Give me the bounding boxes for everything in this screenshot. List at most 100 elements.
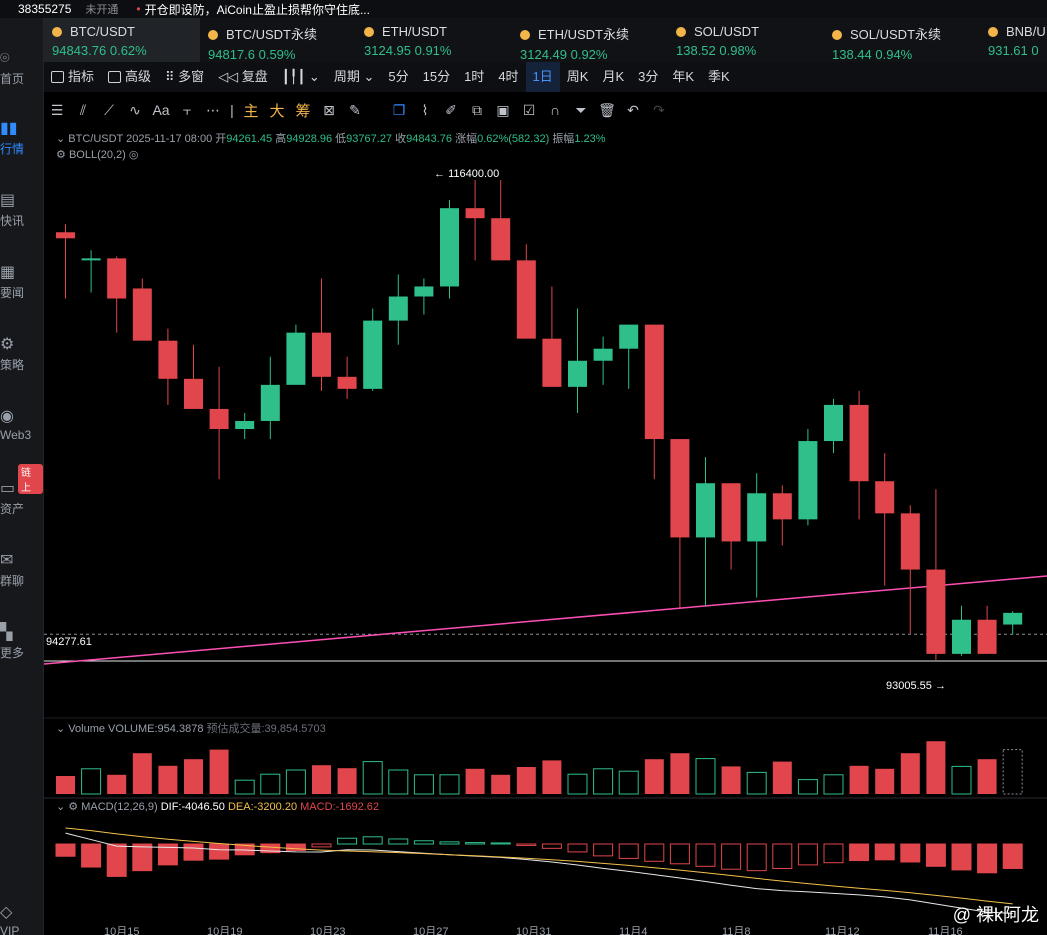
magnet-icon[interactable]: ∩ bbox=[542, 102, 568, 118]
candle-body bbox=[798, 441, 818, 520]
macd-indicator-line[interactable]: ⌄ ⚙ MACD(12,26,9) DIF:-4046.50 DEA:-3200… bbox=[56, 800, 379, 813]
collapse-icon[interactable]: ⌄ bbox=[56, 801, 65, 813]
period-dropdown[interactable]: 周期 ⌄ bbox=[327, 62, 382, 92]
candle-body bbox=[926, 569, 946, 654]
amplitude-label: 振幅 bbox=[552, 133, 575, 145]
period-option[interactable]: 15分 bbox=[416, 62, 457, 92]
sidebar-item-chat[interactable]: ✉ 群聊 bbox=[0, 550, 43, 589]
macd-histogram-bar bbox=[669, 843, 690, 865]
filter-icon[interactable]: ⏷ bbox=[568, 102, 594, 119]
macd-histogram-bar bbox=[388, 838, 409, 845]
sidebar-item-vip[interactable]: ◇ VIP bbox=[0, 902, 43, 935]
volume-bar bbox=[542, 760, 562, 794]
candle-body bbox=[260, 384, 280, 421]
ticker-tab[interactable]: SOL/USDT 138.52 0.98% bbox=[668, 18, 824, 62]
sidebar-item-strategy[interactable]: ⚙ 策略 bbox=[0, 334, 43, 373]
macd-histogram-bar bbox=[797, 843, 818, 866]
big-order-button[interactable]: 大 bbox=[264, 100, 290, 121]
multi-window-button[interactable]: ⠿ 多窗 bbox=[158, 62, 211, 92]
candle-body bbox=[184, 378, 203, 409]
sidebar-item-home[interactable]: ⌾ 首页 bbox=[0, 48, 43, 87]
main-chart-button[interactable]: 主 bbox=[238, 100, 264, 121]
redo-icon[interactable]: ↷ bbox=[646, 102, 672, 119]
trend-line-icon[interactable]: ⟋ bbox=[96, 102, 122, 119]
volume-bar bbox=[567, 773, 588, 795]
period-option[interactable]: 季K bbox=[701, 62, 737, 92]
boll-indicator-line[interactable]: ⚙ BOLL(20,2) ◎ bbox=[56, 148, 138, 161]
note-icon[interactable]: ☑ bbox=[516, 102, 542, 119]
user-id[interactable]: 38355275 bbox=[18, 2, 71, 16]
volume-indicator-line[interactable]: ⌄ Volume VOLUME:954.3878 预估成交量:39,854.57… bbox=[56, 720, 326, 736]
chart-area[interactable]: ⌄ BTC/USDT 2025-11-17 08:00 开94261.45 高9… bbox=[44, 126, 1047, 935]
highlighter-icon[interactable]: ✐ bbox=[438, 102, 464, 119]
indicator-button[interactable]: 指标 bbox=[44, 62, 101, 92]
advanced-button[interactable]: 高级 bbox=[101, 62, 158, 92]
kline-chart[interactable] bbox=[44, 126, 1047, 935]
macd-dea-value: DEA:-3200.20 bbox=[227, 801, 298, 813]
snapshot-icon[interactable]: ▣ bbox=[490, 102, 516, 119]
chart-type-button[interactable]: ┃╿┃ ⌄ bbox=[275, 62, 327, 92]
volume-bar bbox=[797, 779, 818, 795]
notice-text[interactable]: 开仓即设防，AiCoin止盈止损帮你守住底... bbox=[145, 1, 370, 18]
collapse-icon[interactable]: ⌄ bbox=[56, 723, 65, 735]
sidebar-item-market[interactable]: ▮▮ 行情 bbox=[0, 118, 43, 157]
period-option[interactable]: 年K bbox=[665, 62, 701, 92]
ticker-tab[interactable]: ETH/USDT永续 3124.49 0.92% bbox=[512, 18, 668, 62]
multi-line-icon[interactable]: ⫽ bbox=[70, 102, 96, 119]
sidebar-item-news[interactable]: ▦ 要闻 bbox=[0, 262, 43, 301]
indicator-settings-icon[interactable]: ⚙ bbox=[56, 149, 66, 161]
strategy-icon: ⚙ bbox=[0, 336, 15, 353]
text-tool-button[interactable]: Aa bbox=[148, 102, 174, 118]
chip-distribution-button[interactable]: 筹 bbox=[290, 100, 316, 121]
indicator-settings-icon[interactable]: ⚙ bbox=[68, 801, 78, 813]
sidebar-item-more[interactable]: ▚ 更多 bbox=[0, 622, 43, 661]
ticker-tab[interactable]: BTC/USDT 94843.76 0.62% bbox=[44, 18, 200, 62]
eye-icon[interactable]: ◎ bbox=[129, 149, 139, 161]
period-option[interactable]: 5分 bbox=[381, 62, 415, 92]
ticker-tab[interactable]: BTC/USDT永续 94817.6 0.59% bbox=[200, 18, 356, 62]
period-option[interactable]: 周K bbox=[560, 62, 596, 92]
ticker-tab[interactable]: BNB/U 931.61 0 bbox=[980, 18, 1047, 62]
sidebar-item-flash[interactable]: ▤ 快讯 bbox=[0, 190, 43, 229]
candle-settings-icon[interactable]: ⧉ bbox=[464, 102, 490, 119]
ticker-tabs: BTC/USDT 94843.76 0.62% BTC/USDT永续 94817.6 … bbox=[44, 18, 1047, 62]
sidebar-item-web3[interactable]: ◉ Web3 bbox=[0, 406, 43, 442]
advanced-icon bbox=[108, 71, 122, 83]
collapse-icon[interactable]: ⌄ bbox=[56, 133, 65, 145]
measure-icon[interactable]: ⫟ bbox=[174, 102, 200, 119]
macd-histogram-bar bbox=[541, 843, 562, 849]
undo-icon[interactable]: ↶ bbox=[620, 102, 646, 119]
watermark: @ 裸k阿龙 bbox=[952, 905, 1039, 925]
chevron-down-icon: ⌄ bbox=[363, 69, 375, 84]
candle-body bbox=[644, 324, 664, 440]
ticker-tab[interactable]: SOL/USDT永续 138.44 0.94% bbox=[824, 18, 980, 62]
chart-settings-icon[interactable]: ⊠ bbox=[316, 102, 342, 119]
period-toolbar: 指标 高级 ⠿ 多窗 ◁◁ 复盘 ┃╿┃ ⌄ 周期 ⌄ 5分 15分 1时 4时 1日周… bbox=[44, 62, 1047, 92]
brush-icon[interactable]: ✎ bbox=[342, 102, 368, 119]
macd-histogram-bar bbox=[183, 843, 204, 861]
ticker-tab[interactable]: ETH/USDT 3124.95 0.91% bbox=[356, 18, 512, 62]
menu-icon[interactable]: ☰ bbox=[44, 102, 70, 119]
ruler-icon[interactable]: ⌇ bbox=[412, 102, 438, 119]
amplitude-value: 1.23% bbox=[574, 133, 606, 145]
copy-icon[interactable]: ❐ bbox=[386, 102, 412, 119]
period-option[interactable]: 月K bbox=[595, 62, 631, 92]
level-line-label[interactable]: 94277.61 bbox=[46, 636, 92, 648]
period-option[interactable]: 1日 bbox=[525, 62, 560, 92]
trash-icon[interactable]: 🗑 bbox=[594, 102, 620, 119]
period-option[interactable]: 1时 bbox=[457, 62, 491, 92]
period-option[interactable]: 3分 bbox=[631, 62, 665, 92]
more-tools-icon[interactable]: ⋯ bbox=[200, 102, 226, 119]
period-option[interactable]: 4时 bbox=[491, 62, 525, 92]
candle-body bbox=[337, 376, 357, 389]
candle-body bbox=[440, 208, 459, 287]
candle-body bbox=[824, 404, 843, 442]
candles-icon: ┃╿┃ bbox=[281, 69, 306, 84]
grid-icon: ⠿ bbox=[165, 69, 179, 84]
vip-status-badge[interactable]: 未开通 bbox=[85, 1, 118, 17]
macd-histogram-bar bbox=[721, 843, 742, 870]
x-axis-tick-label: 11月4 bbox=[619, 926, 648, 935]
replay-button[interactable]: ◁◁ 复盘 bbox=[211, 62, 275, 92]
fib-icon[interactable]: ∿ bbox=[122, 102, 148, 119]
high-marker-value: 116400.00 bbox=[448, 168, 500, 180]
